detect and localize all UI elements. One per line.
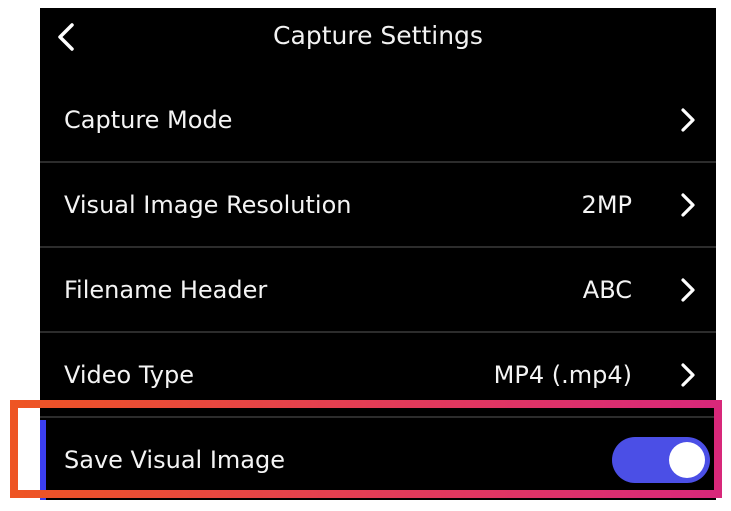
chevron-right-icon <box>681 277 695 302</box>
filename-header-row[interactable]: Filename Header ABC <box>40 248 716 333</box>
filename-header-label: Filename Header <box>64 275 268 304</box>
visual-image-resolution-row[interactable]: Visual Image Resolution 2MP <box>40 163 716 248</box>
visual-image-resolution-value: 2MP <box>581 190 632 219</box>
visual-image-resolution-label: Visual Image Resolution <box>64 190 352 219</box>
filename-header-value: ABC <box>582 275 632 304</box>
video-type-value: MP4 (.mp4) <box>493 360 632 389</box>
chevron-right-icon <box>681 107 695 132</box>
capture-mode-row[interactable]: Capture Mode <box>40 78 716 163</box>
save-visual-image-toggle[interactable] <box>612 437 710 483</box>
save-visual-image-row[interactable]: Save Visual Image <box>40 420 716 500</box>
top-bar: Capture Settings <box>40 8 716 78</box>
capture-settings-screen: Capture Settings Capture Mode Visual Ima… <box>40 8 716 500</box>
selection-indicator <box>40 420 46 500</box>
toggle-knob <box>669 442 705 478</box>
capture-mode-label: Capture Mode <box>64 105 233 134</box>
video-type-row[interactable]: Video Type MP4 (.mp4) <box>40 333 716 418</box>
page-title: Capture Settings <box>273 21 483 50</box>
chevron-right-icon <box>681 192 695 217</box>
video-type-label: Video Type <box>64 360 194 389</box>
chevron-right-icon <box>681 362 695 387</box>
save-visual-image-label: Save Visual Image <box>64 446 285 474</box>
